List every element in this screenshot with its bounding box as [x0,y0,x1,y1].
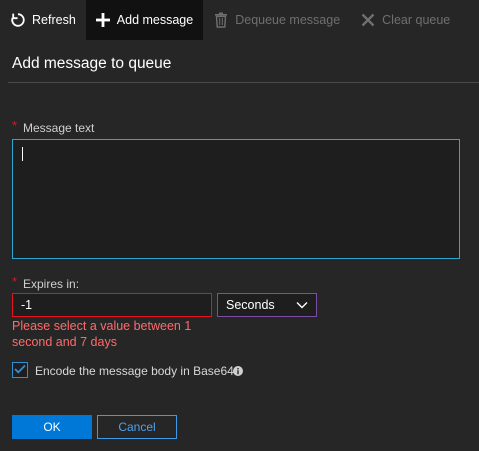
clear-queue-button[interactable]: Clear queue [350,0,460,40]
refresh-button[interactable]: Refresh [0,0,86,40]
panel-title: Add message to queue [12,55,172,72]
encode-base64-label: Encode the message body in Base64 [35,364,234,378]
add-message-label: Add message [116,13,194,27]
expires-in-label: Expires in: [23,277,80,291]
dequeue-message-button[interactable]: Dequeue message [203,0,350,40]
refresh-icon [10,12,26,28]
trash-icon [213,12,229,28]
header-divider [8,82,479,83]
checkmark-icon [14,363,26,377]
message-text-input[interactable] [12,139,460,259]
text-caret [22,147,23,161]
clear-queue-label: Clear queue [382,13,451,27]
expires-in-input[interactable]: -1 [12,293,212,317]
required-marker: * [12,118,18,133]
close-icon [360,12,376,28]
message-text-label: Message text [23,121,95,135]
encode-base64-checkbox[interactable] [12,362,28,378]
chevron-down-icon [296,298,308,312]
plus-icon [95,12,111,28]
ok-button[interactable]: OK [12,415,92,439]
cancel-button[interactable]: Cancel [97,415,177,439]
add-message-button[interactable]: Add message [85,0,204,40]
command-bar: Refresh Add message Dequeue message Clea… [0,0,479,40]
refresh-label: Refresh [32,13,76,27]
info-icon[interactable] [233,365,243,376]
dequeue-message-label: Dequeue message [235,13,341,27]
expires-in-value: -1 [21,298,33,312]
required-marker: * [12,274,18,289]
expiry-unit-select[interactable]: Seconds [217,293,317,317]
expires-error-message: Please select a value between 1 second a… [12,319,192,349]
expiry-unit-value: Seconds [226,298,275,312]
